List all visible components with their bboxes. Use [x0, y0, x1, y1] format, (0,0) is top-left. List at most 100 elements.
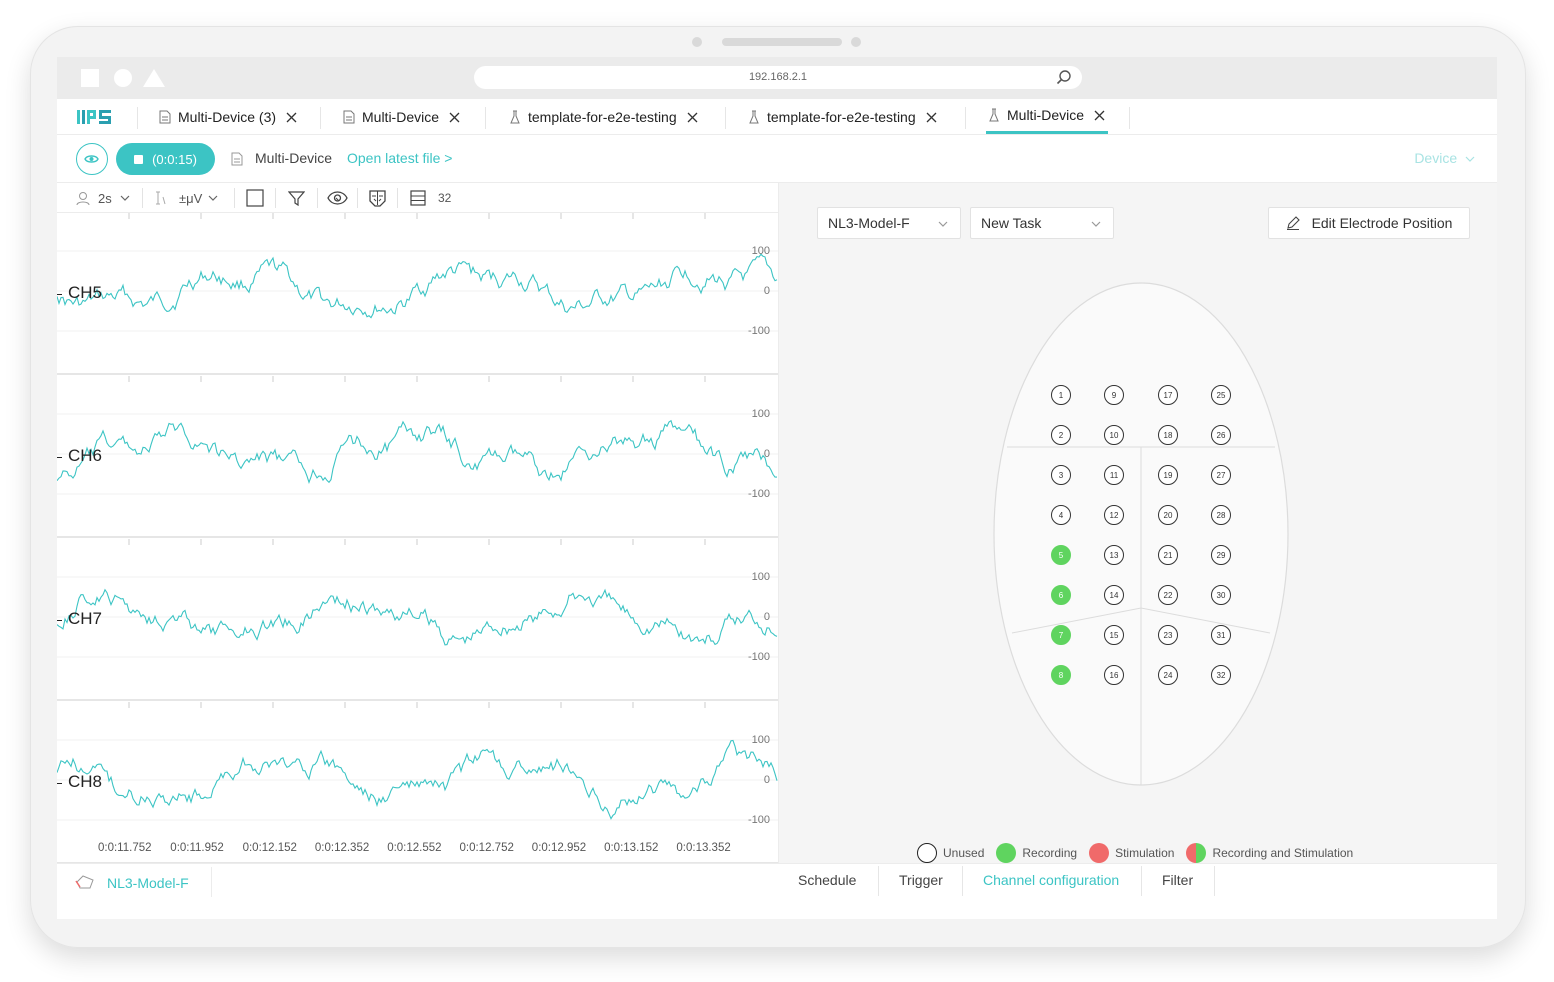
channel-plot-ch7[interactable]: CH7 100 0 -100: [57, 539, 778, 701]
select-box-button[interactable]: [246, 183, 264, 213]
electrode-11[interactable]: 11: [1104, 465, 1124, 485]
signal-panel: 2s ±μV 32 CH5 100 0 -100 CH6 100 0 -100 …: [57, 183, 778, 864]
electrode-17[interactable]: 17: [1158, 385, 1178, 405]
electrode-1[interactable]: 1: [1051, 385, 1071, 405]
electrode-number: 19: [1164, 471, 1173, 480]
legend-stimulation: Stimulation: [1089, 843, 1174, 863]
electrode-19[interactable]: 19: [1158, 465, 1178, 485]
electrode-5[interactable]: 5: [1051, 545, 1071, 565]
electrode-2[interactable]: 2: [1051, 425, 1071, 445]
channel-plot-ch5[interactable]: CH5 100 0 -100: [57, 213, 778, 375]
electrode-27[interactable]: 27: [1211, 465, 1231, 485]
electrode-24[interactable]: 24: [1158, 665, 1178, 685]
time-tick-label: 0:0:13.152: [604, 842, 659, 854]
electrode-16[interactable]: 16: [1104, 665, 1124, 685]
close-icon[interactable]: [687, 112, 698, 123]
electrode-number: 15: [1110, 631, 1119, 640]
tab-label: Multi-Device: [362, 109, 440, 125]
channel-marker: [57, 294, 62, 295]
electrode-8[interactable]: 8: [1051, 665, 1071, 685]
stop-icon: [134, 154, 144, 164]
electrode-number: 16: [1110, 671, 1119, 680]
electrode-32[interactable]: 32: [1211, 665, 1231, 685]
time-tick-label: 0:0:12.352: [314, 842, 370, 854]
recording-timer: (0:0:15): [152, 151, 197, 167]
camera-dot: [692, 37, 702, 47]
electrode-20[interactable]: 20: [1158, 505, 1178, 525]
search-icon[interactable]: [1056, 69, 1072, 85]
stop-recording-button[interactable]: (0:0:15): [116, 143, 215, 175]
legend-label: Recording and Stimulation: [1212, 846, 1354, 860]
model-select[interactable]: NL3-Model-F: [817, 207, 961, 239]
electrode-22[interactable]: 22: [1158, 585, 1178, 605]
electrode-21[interactable]: 21: [1158, 545, 1178, 565]
electrode-10[interactable]: 10: [1104, 425, 1124, 445]
eye-icon: [327, 191, 348, 205]
electrode-4[interactable]: 4: [1051, 505, 1071, 525]
triangle-icon: [143, 69, 165, 87]
electrode-15[interactable]: 15: [1104, 625, 1124, 645]
divider: [142, 188, 143, 208]
electrode-number: 31: [1217, 631, 1226, 640]
electrode-12[interactable]: 12: [1104, 505, 1124, 525]
legend-label: Unused: [943, 846, 985, 860]
electrode-number: 17: [1164, 391, 1173, 400]
brain-icon: [369, 190, 386, 207]
electrode-30[interactable]: 30: [1211, 585, 1231, 605]
monitor-button[interactable]: [76, 143, 108, 175]
close-icon[interactable]: [449, 112, 460, 123]
tab-template-2[interactable]: template-for-e2e-testing: [748, 99, 937, 135]
stimulation-dot-icon: [1089, 843, 1110, 863]
y-tick-label: 100: [751, 408, 770, 420]
visibility-button[interactable]: [327, 183, 348, 213]
tab-filter[interactable]: Filter: [1162, 864, 1193, 896]
electrode-14[interactable]: 14: [1104, 585, 1124, 605]
model-name-link[interactable]: NL3-Model-F: [107, 875, 189, 891]
channel-count-button[interactable]: 32: [410, 183, 451, 213]
edit-electrode-position-button[interactable]: Edit Electrode Position: [1268, 207, 1470, 239]
filter-button[interactable]: [288, 183, 305, 213]
tab-trigger[interactable]: Trigger: [899, 864, 943, 896]
electrode-28[interactable]: 28: [1211, 505, 1231, 525]
electrode-9[interactable]: 9: [1104, 385, 1124, 405]
electrode-26[interactable]: 26: [1211, 425, 1231, 445]
close-icon[interactable]: [926, 112, 937, 123]
electrode-31[interactable]: 31: [1211, 625, 1231, 645]
brain-map-button[interactable]: [368, 183, 387, 213]
sensor-dot: [851, 37, 861, 47]
electrode-map: 1234567891011121314151617181920212223242…: [993, 282, 1289, 786]
electrode-6[interactable]: 6: [1051, 585, 1071, 605]
electrode-29[interactable]: 29: [1211, 545, 1231, 565]
tab-template-1[interactable]: template-for-e2e-testing: [509, 99, 698, 135]
channel-marker: [57, 620, 62, 621]
timescale-dropdown[interactable]: 2s: [76, 183, 130, 213]
electrode-3[interactable]: 3: [1051, 465, 1071, 485]
tab-schedule[interactable]: Schedule: [798, 864, 856, 896]
channel-plot-ch6[interactable]: CH6 100 0 -100: [57, 376, 778, 538]
task-select[interactable]: New Task: [970, 207, 1114, 239]
electrode-18[interactable]: 18: [1158, 425, 1178, 445]
tab-channel-configuration[interactable]: Channel configuration: [983, 864, 1119, 896]
tab-label: template-for-e2e-testing: [528, 109, 677, 125]
electrode-13[interactable]: 13: [1104, 545, 1124, 565]
y-tick-label: 100: [751, 245, 770, 257]
time-tick-label: 0:0:13.352: [676, 842, 731, 854]
electrode-number: 20: [1164, 511, 1173, 520]
address-bar[interactable]: 192.168.2.1: [474, 66, 1082, 89]
timescale-value: 2s: [98, 190, 112, 206]
tab-multi-device-active[interactable]: Multi-Device: [988, 99, 1105, 131]
device-dropdown[interactable]: Device: [1414, 150, 1475, 166]
electrode-number: 10: [1110, 431, 1119, 440]
electrode-number: 8: [1059, 671, 1064, 680]
amplitude-dropdown[interactable]: ±μV: [155, 183, 218, 213]
electrode-7[interactable]: 7: [1051, 625, 1071, 645]
tab-multi-device-3[interactable]: Multi-Device (3): [159, 99, 297, 135]
electrode-25[interactable]: 25: [1211, 385, 1231, 405]
url-text: 192.168.2.1: [748, 71, 808, 83]
open-latest-file-link[interactable]: Open latest file >: [347, 150, 452, 166]
close-icon[interactable]: [286, 112, 297, 123]
close-icon[interactable]: [1094, 110, 1105, 121]
electrode-23[interactable]: 23: [1158, 625, 1178, 645]
flask-icon: [989, 108, 999, 122]
tab-multi-device[interactable]: Multi-Device: [343, 99, 460, 135]
